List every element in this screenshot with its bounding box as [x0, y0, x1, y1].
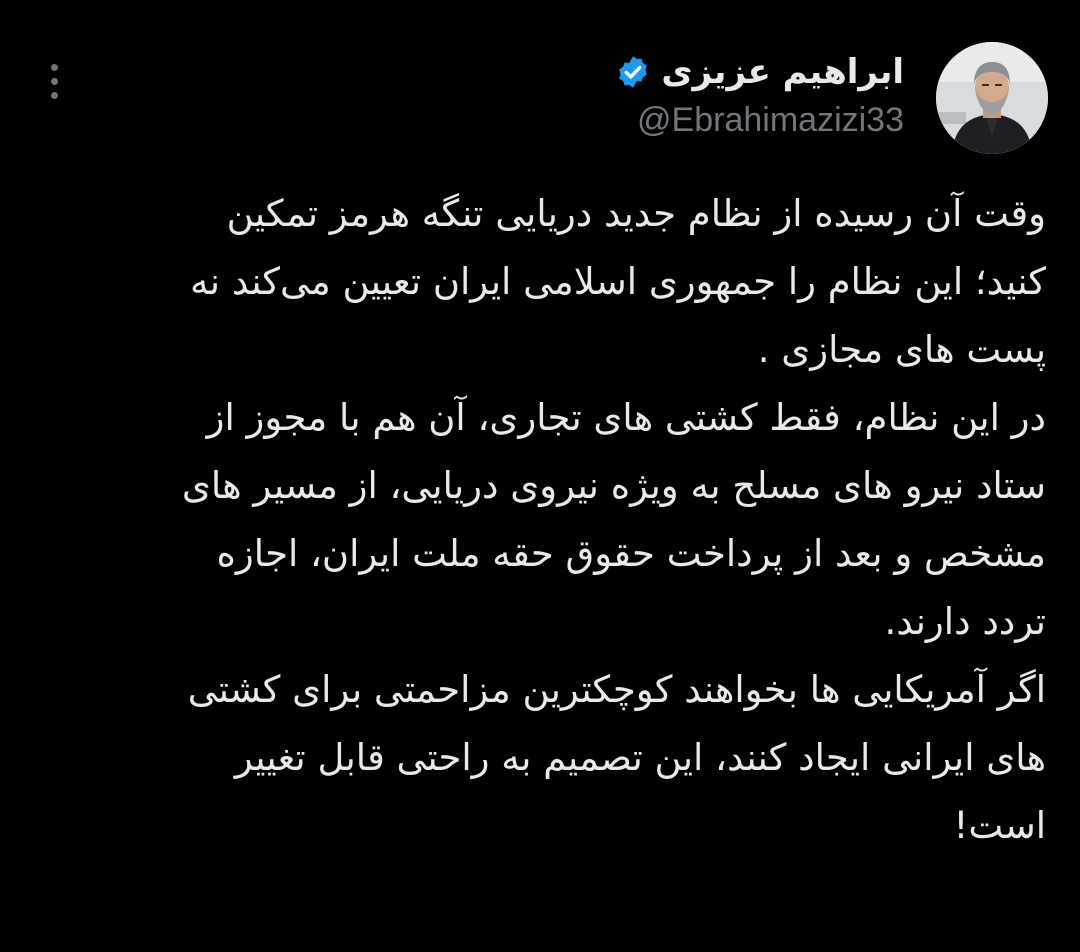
tweet-text-line: در این نظام، فقط کشتی های تجاری، آن هم ب…: [206, 396, 1046, 439]
verified-badge-icon: [615, 54, 651, 90]
tweet-text-line: اگر آمریکایی ها بخواهند کوچکترین مزاحمتی…: [187, 668, 1046, 711]
tweet-text-line: کنید؛ این نظام را جمهوری اسلامی ایران تع…: [189, 260, 1046, 303]
author-display-name[interactable]: ابراهیم عزیزی: [661, 48, 904, 96]
tweet-text-line: وقت آن رسیده از نظام جدید دریایی تنگه هر…: [226, 192, 1046, 235]
tweet-text-line: تردد دارند.: [884, 600, 1046, 643]
tweet-card[interactable]: ابراهیم عزیزی @Ebrahimazizi33 وقت آن رسی…: [0, 0, 1080, 952]
tweet-text-line: است!: [953, 804, 1046, 847]
tweet-text-line: پست های مجازی .: [757, 328, 1046, 371]
avatar-photo: [936, 42, 1048, 154]
author-name-row: ابراهیم عزیزی: [284, 48, 904, 96]
tweet-text-line: مشخص و بعد از پرداخت حقوق حقه ملت ایران،…: [216, 532, 1046, 575]
tweet-text-line: ستاد نیرو های مسلح به ویژه نیروی دریایی،…: [181, 464, 1046, 507]
tweet-header: ابراهیم عزیزی @Ebrahimazizi33: [284, 48, 904, 144]
more-dot: [50, 78, 58, 85]
more-dot: [50, 64, 58, 71]
more-dot: [50, 92, 58, 99]
author-avatar[interactable]: [936, 42, 1048, 154]
tweet-text-line: های ایرانی ایجاد کنند، این تصمیم به راحت…: [234, 736, 1046, 779]
author-handle[interactable]: @Ebrahimazizi33: [284, 96, 904, 144]
more-options-icon[interactable]: [44, 64, 64, 108]
tweet-text: وقت آن رسیده از نظام جدید دریایی تنگه هر…: [40, 180, 1046, 860]
